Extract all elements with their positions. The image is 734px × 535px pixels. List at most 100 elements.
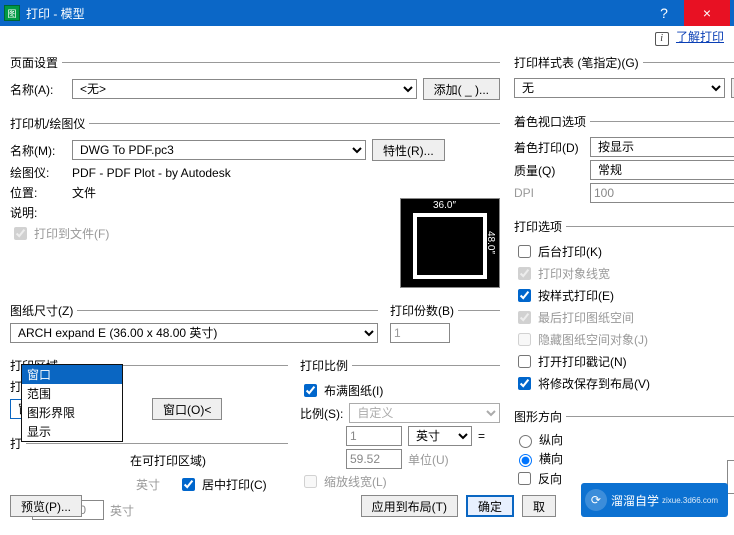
orientation-preview: A (727, 460, 734, 494)
bystyle-checkbox[interactable] (518, 289, 531, 302)
paper-preview: 36.0″ 48.0″ (400, 198, 500, 288)
range-option-window-sel[interactable]: 窗口 (22, 365, 122, 384)
drawing-units-input (346, 449, 402, 469)
center-print-check-wrapper[interactable]: 居中打印(C) (178, 475, 267, 494)
portrait-input[interactable] (519, 435, 532, 448)
paperspace-last-checkbox (518, 311, 531, 324)
fit-to-paper-label: 布满图纸(I) (324, 382, 383, 399)
orientation-legend: 图形方向 (514, 408, 566, 425)
paperspace-last-check: 最后打印图纸空间 (514, 308, 734, 327)
reverse-label: 反向 (538, 470, 562, 487)
print-to-file-label: 打印到文件(F) (34, 225, 109, 242)
dpi-label: DPI (514, 186, 584, 200)
copies-legend: 打印份数(B) (390, 302, 458, 319)
lw-check: 打印对象线宽 (514, 264, 734, 283)
plotter-value: PDF - PDF Plot - by Autodesk (72, 166, 231, 180)
page-name-label: 名称(A): (10, 81, 66, 98)
shaded-viewport-group: 着色视口选项 着色打印(D) 按显示 质量(Q) 常规 DPI (514, 113, 734, 212)
bg-print-check[interactable]: 后台打印(K) (514, 242, 734, 261)
paper-size-legend: 图纸尺寸(Z) (10, 302, 77, 319)
scale-ratio-label: 比例(S): (300, 405, 343, 422)
fit-to-paper-check[interactable]: 布满图纸(I) (300, 381, 500, 400)
scale-lineweights-check: 缩放线宽(L) (300, 472, 500, 491)
shaded-viewport-legend: 着色视口选项 (514, 113, 590, 130)
info-icon: i (655, 32, 669, 46)
paperspace-last-label: 最后打印图纸空间 (538, 309, 634, 326)
watermark-url: zixue.3d66.com (662, 496, 718, 505)
add-page-setup-button[interactable]: 添加( _ )... (423, 78, 500, 100)
location-value: 文件 (72, 184, 96, 201)
portrait-radio[interactable]: 纵向 (514, 431, 734, 448)
preview-width: 36.0″ (433, 200, 456, 211)
print-scale-group: 打印比例 布满图纸(I) 比例(S): 自定义 英寸 (300, 357, 500, 500)
reverse-checkbox[interactable] (518, 472, 531, 485)
offset-note: 在可打印区域) (130, 452, 206, 469)
plot-style-select[interactable]: 无 (514, 78, 725, 98)
printer-name-label: 名称(M): (10, 142, 66, 159)
close-button[interactable]: × (684, 0, 730, 26)
scale-unit-num (346, 426, 402, 446)
range-option-display[interactable]: 显示 (22, 422, 122, 441)
quality-select[interactable]: 常规 (590, 160, 734, 180)
printer-properties-button[interactable]: 特性(R)... (372, 139, 445, 161)
app-icon: 图 (4, 5, 20, 21)
shade-plot-select[interactable]: 按显示 (590, 137, 734, 157)
print-scale-legend: 打印比例 (300, 357, 352, 374)
dpi-input (590, 183, 734, 203)
paper-size-group: 图纸尺寸(Z) ARCH expand E (36.00 x 48.00 英寸) (10, 302, 378, 349)
range-option-limits[interactable]: 图形界限 (22, 403, 122, 422)
center-print-checkbox[interactable] (182, 478, 195, 491)
window-pick-button[interactable]: 窗口(O)< (152, 398, 222, 420)
ok-button[interactable]: 确定 (466, 495, 514, 517)
save-layout-label: 将修改保存到布局(V) (538, 375, 650, 392)
printer-group: 打印机/绘图仪 名称(M): DWG To PDF.pc3 特性(R)... 绘… (10, 115, 500, 294)
apply-to-layout-button[interactable]: 应用到布局(T) (361, 495, 458, 517)
portrait-label: 纵向 (539, 431, 563, 448)
print-options-legend: 打印选项 (514, 218, 566, 235)
save-layout-check[interactable]: 将修改保存到布局(V) (514, 374, 734, 393)
cancel-button[interactable]: 取 (522, 495, 556, 517)
description-label: 说明: (10, 204, 66, 221)
print-to-file-checkbox (14, 227, 27, 240)
scale-ratio-select: 自定义 (349, 403, 500, 423)
copies-input (390, 323, 450, 343)
location-label: 位置: (10, 184, 66, 201)
watermark-logo-icon: ⟳ (585, 489, 607, 511)
hide-paperspace-check: 隐藏图纸空间对象(J) (514, 330, 734, 349)
scale-lineweights-checkbox (304, 475, 317, 488)
page-name-select[interactable]: <无> (72, 79, 417, 99)
lw-label: 打印对象线宽 (538, 265, 610, 282)
know-about-print-link[interactable]: 了解打印 (676, 30, 724, 44)
printer-legend: 打印机/绘图仪 (10, 115, 89, 132)
page-settings-legend: 页面设置 (10, 54, 62, 71)
lw-checkbox (518, 267, 531, 280)
offset-x-unit: 英寸 (136, 476, 160, 493)
scale-unit-select[interactable]: 英寸 (408, 426, 472, 446)
bg-print-label: 后台打印(K) (538, 243, 602, 260)
printer-name-select[interactable]: DWG To PDF.pc3 (72, 140, 366, 160)
landscape-label: 横向 (539, 450, 563, 467)
copies-group: 打印份数(B) (390, 302, 500, 349)
save-layout-checkbox[interactable] (518, 377, 531, 390)
center-print-label: 居中打印(C) (202, 476, 267, 493)
print-range-dropdown[interactable]: 窗口 范围 图形界限 显示 (21, 364, 123, 442)
scale-equals: = (478, 429, 485, 443)
plotter-label: 绘图仪: (10, 164, 66, 181)
preview-button[interactable]: 预览(P)... (10, 495, 82, 517)
paper-size-select[interactable]: ARCH expand E (36.00 x 48.00 英寸) (10, 323, 378, 343)
range-option-extents[interactable]: 范围 (22, 384, 122, 403)
stamp-checkbox[interactable] (518, 355, 531, 368)
stamp-label: 打开打印戳记(N) (538, 353, 627, 370)
plot-style-group: 打印样式表 (笔指定)(G) 无 (514, 54, 734, 107)
print-options-group: 打印选项 后台打印(K) 打印对象线宽 按样式打印(E) 最后打印图纸空间 隐藏… (514, 218, 734, 402)
landscape-radio[interactable]: 横向 (514, 450, 734, 467)
stamp-check[interactable]: 打开打印戳记(N) (514, 352, 734, 371)
fit-to-paper-checkbox[interactable] (304, 384, 317, 397)
hide-paperspace-checkbox (518, 333, 531, 346)
bg-print-checkbox[interactable] (518, 245, 531, 258)
bystyle-check[interactable]: 按样式打印(E) (514, 286, 734, 305)
bystyle-label: 按样式打印(E) (538, 287, 614, 304)
window-title: 打印 - 模型 (26, 5, 644, 22)
landscape-input[interactable] (519, 454, 532, 467)
help-button[interactable]: ? (644, 5, 684, 21)
